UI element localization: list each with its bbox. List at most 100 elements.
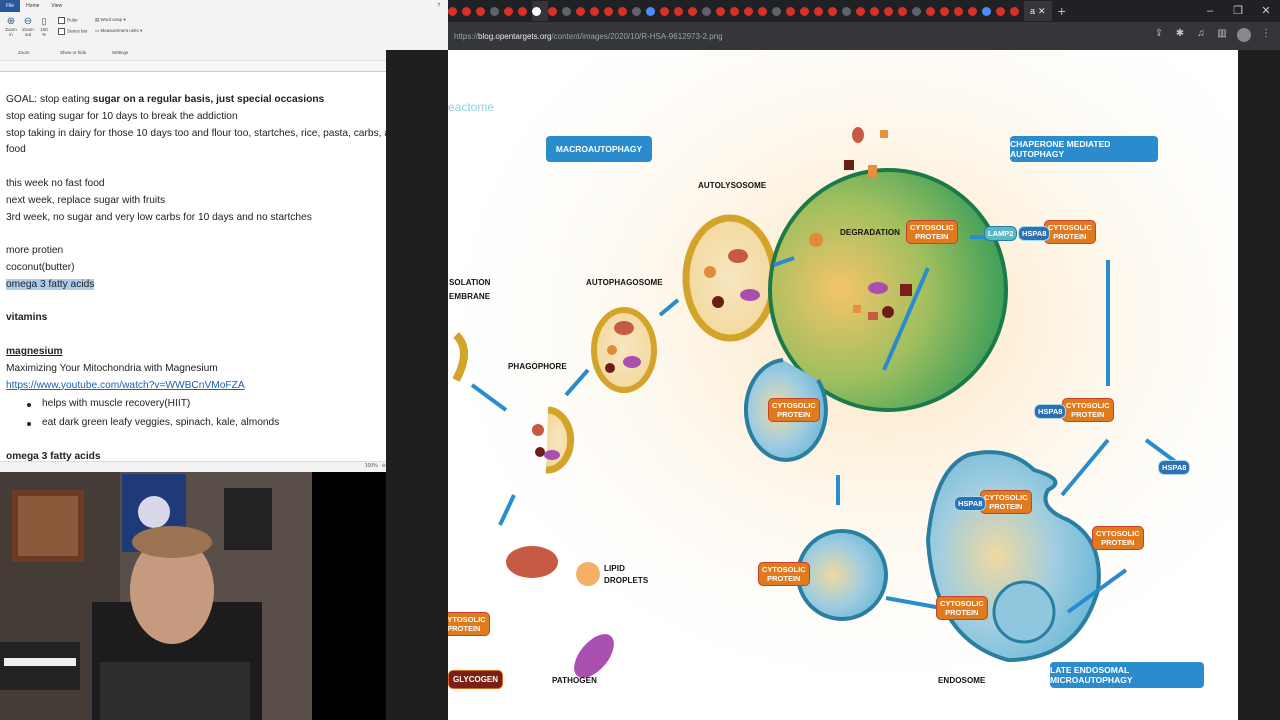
browser-tab[interactable] [604,1,618,21]
tab-view[interactable]: View [45,0,68,12]
browser-tab[interactable] [982,1,996,21]
browser-tab[interactable] [926,1,940,21]
browser-tab[interactable] [996,1,1010,21]
avatar[interactable] [1237,28,1251,42]
browser-tab[interactable] [590,1,604,21]
lipid-droplet [576,562,600,586]
help-icon[interactable]: ? [431,0,446,12]
doc-line: this week no fast food [6,177,105,189]
desktop-background [312,472,386,720]
tab-favicon-icon [590,6,599,16]
late-endosomal-tag: LATE ENDOSOMAL MICROAUTOPHAGY [1050,662,1204,688]
browser-tab[interactable] [716,1,730,21]
browser-tab[interactable] [646,1,660,21]
zoom-100-button[interactable]: ▯ 100 % [38,16,50,37]
browser-tab[interactable] [660,1,674,21]
browser-tab[interactable] [448,1,462,21]
browser-tab-current[interactable]: a ✕ [1024,1,1052,21]
browser-tab[interactable] [632,1,646,21]
tab-favicon-icon [632,6,641,16]
new-tab-button[interactable]: + [1052,3,1072,19]
share-icon[interactable]: ⇪ [1153,28,1165,40]
extensions-icon[interactable]: ✱ [1174,28,1186,40]
browser-tab[interactable] [856,1,870,21]
browser-tab[interactable] [476,1,490,21]
doc-heading: magnesium [6,345,63,357]
ruler [0,61,448,72]
browser-tab[interactable] [800,1,814,21]
youtube-link[interactable]: https://www.youtube.com/watch?v=WWBCnVMo… [6,378,446,395]
browser-tab[interactable] [744,1,758,21]
word-wrap-dropdown[interactable]: ▤ Word wrap ▾ [95,17,126,23]
doc-heading: vitamins [6,312,48,324]
browser-tab[interactable] [490,1,504,21]
media-icon[interactable]: ♫ [1195,28,1207,40]
maximize-icon[interactable]: ❐ [1224,0,1252,22]
browser-tab[interactable] [688,1,702,21]
autophagosome-label: AUTOPHAGOSOME [586,278,663,287]
measurement-dropdown[interactable]: ▭ Measurement units ▾ [95,28,142,34]
browser-tab[interactable] [576,1,590,21]
browser-tab[interactable] [968,1,982,21]
tab-favicon-icon [532,6,541,16]
browser-tab[interactable] [884,1,898,21]
tab-home[interactable]: Home [20,0,45,12]
browser-tab[interactable] [758,1,772,21]
tab-favicon-icon [604,6,613,16]
tab-title: a [1030,6,1036,16]
browser-tab[interactable] [562,1,576,21]
browser-tab[interactable] [462,1,476,21]
doc-line: 3rd week, no sugar and very low carbs fo… [6,211,312,223]
statusbar-checkbox[interactable]: Status bar [58,28,88,35]
autophagy-diagram: eactome MACROAUTOPHAGY CHAPERONE MEDIATE… [448,50,1238,720]
minimize-icon[interactable]: – [1196,0,1224,22]
sidebar-icon[interactable]: ▥ [1216,28,1228,40]
zoom-level: 100% [364,463,378,469]
browser-tab[interactable] [814,1,828,21]
endosome-intralumenal-vesicle [992,580,1056,644]
browser-tab[interactable] [1010,1,1024,21]
menu-icon[interactable]: ⋮ [1260,28,1272,40]
browser-tab[interactable] [870,1,884,21]
tab-favicon-icon [954,6,963,16]
checkbox-icon [58,28,65,35]
tab-favicon-icon [660,6,669,16]
browser-tab[interactable] [702,1,716,21]
ruler-checkbox[interactable]: Ruler [58,17,78,24]
browser-tab[interactable] [618,1,632,21]
url-field[interactable]: https://blog.opentargets.org/content/ima… [454,32,723,41]
tab-favicon-icon [730,6,739,16]
tab-favicon-icon [504,6,513,16]
tab-strip: a ✕ + [448,0,1280,22]
zoom-out-button[interactable]: ⊖ Zoom out [21,16,35,37]
document-body[interactable]: GOAL: stop eating sugar on a regular bas… [6,92,446,466]
tab-close-icon[interactable]: ✕ [1038,6,1046,17]
browser-tab[interactable] [504,1,518,21]
tab-favicon-icon [968,6,977,16]
doc-line: Maximizing Your Mitochondria with Magnes… [6,362,218,374]
browser-tab[interactable] [912,1,926,21]
browser-tab[interactable] [786,1,800,21]
browser-tab[interactable] [940,1,954,21]
close-icon[interactable]: ✕ [1252,0,1280,22]
browser-tab[interactable] [842,1,856,21]
address-bar[interactable]: https://blog.opentargets.org/content/ima… [448,22,1280,50]
browser-tab[interactable] [828,1,842,21]
autolysosome [682,214,778,342]
browser-tab[interactable] [954,1,968,21]
tab-favicon-icon [828,6,837,16]
browser-tab[interactable] [772,1,786,21]
browser-tab[interactable] [674,1,688,21]
protein-badge: CYTOSOLICPROTEIN [906,220,958,244]
browser-tab[interactable] [518,1,532,21]
tab-favicon-icon [548,6,557,16]
browser-tab[interactable] [898,1,912,21]
tab-file[interactable]: File [0,0,21,12]
tab-favicon-icon [926,6,935,16]
browser-tab[interactable] [532,1,548,21]
browser-tab[interactable] [548,1,562,21]
hspa8-badge: HSPA8 [954,496,987,511]
zoom-in-button[interactable]: ⊕ Zoom in [5,16,17,37]
reactome-logo: eactome [448,100,495,114]
browser-tab[interactable] [730,1,744,21]
